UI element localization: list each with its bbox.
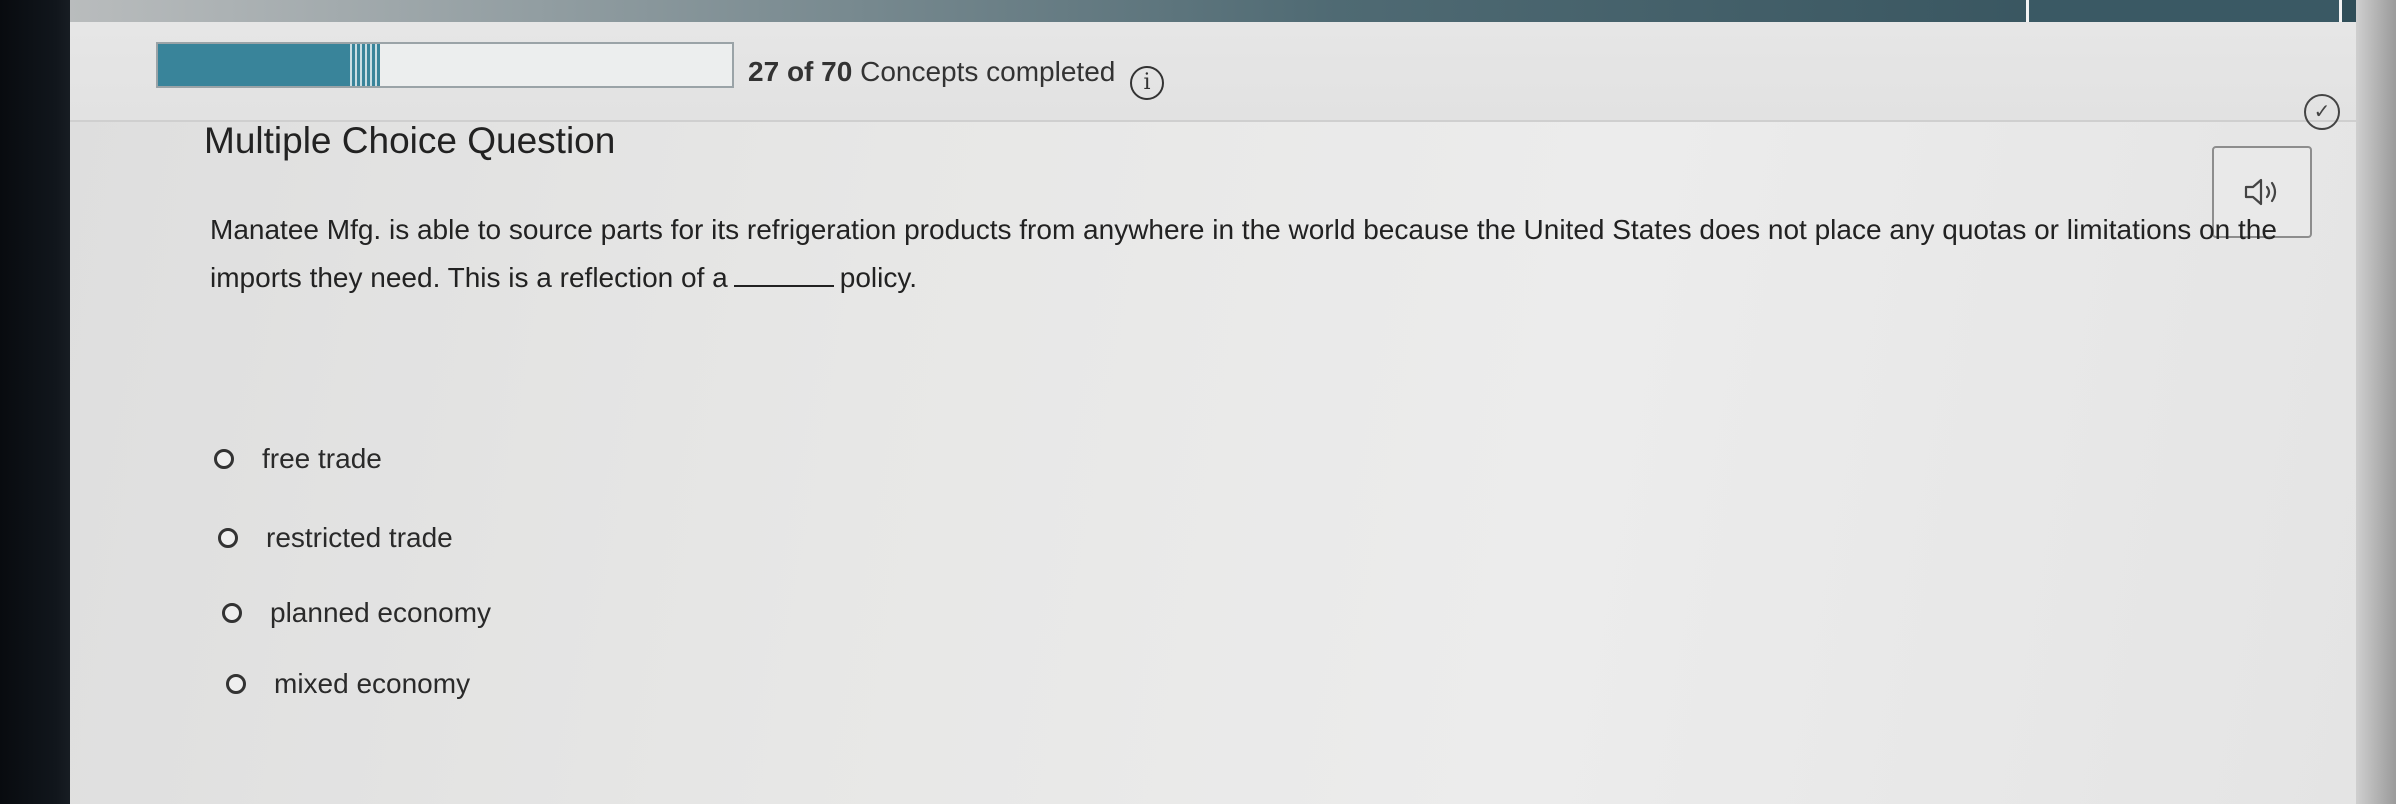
progress-bar	[156, 42, 734, 88]
info-icon[interactable]: i	[1130, 66, 1164, 100]
progress-bar-marker	[349, 44, 380, 86]
question-text-after-blank: policy.	[839, 262, 918, 293]
radio-button[interactable]	[218, 528, 238, 548]
answer-option-label: free trade	[262, 443, 382, 474]
progress-suffix: Concepts completed	[860, 56, 1116, 87]
radio-button[interactable]	[214, 449, 234, 469]
progress-completed-count: 27	[748, 56, 780, 87]
check-circle-icon[interactable]: ✓	[2304, 94, 2340, 130]
progress-total-count: 70	[821, 56, 853, 87]
progress-bar-fill	[158, 44, 380, 86]
question-text-before-blank: Manatee Mfg. is able to source parts for…	[210, 214, 2277, 293]
speaker-icon	[2244, 178, 2277, 206]
top-nav-strip	[70, 0, 2372, 33]
radio-button[interactable]	[226, 674, 246, 694]
fill-in-blank	[733, 285, 834, 287]
answer-option-label: restricted trade	[266, 522, 453, 553]
monitor-bezel-left	[0, 0, 80, 804]
progress-header: 27 of 70 Concepts completed i ✓	[70, 22, 2372, 130]
progress-label: 27 of 70 Concepts completed	[748, 56, 1116, 87]
answer-option[interactable]: free trade	[214, 443, 382, 475]
answer-option[interactable]: planned economy	[222, 597, 491, 629]
answer-option[interactable]: mixed economy	[226, 668, 470, 700]
answer-option[interactable]: restricted trade	[218, 522, 453, 554]
answer-option-label: mixed economy	[274, 668, 471, 699]
monitor-bezel-right	[2356, 0, 2396, 804]
question-prompt: Manatee Mfg. is able to source parts for…	[210, 206, 2350, 302]
question-title: Multiple Choice Question	[204, 120, 616, 161]
answer-option-label: planned economy	[270, 597, 492, 628]
radio-button[interactable]	[222, 603, 242, 623]
page-screen: 27 of 70 Concepts completed i ✓ Multiple…	[70, 0, 2372, 804]
